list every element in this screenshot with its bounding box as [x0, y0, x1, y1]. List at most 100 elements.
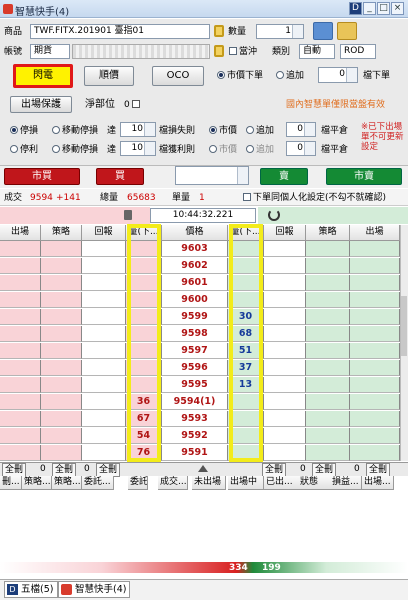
auto-set-checkbox[interactable]: 下單同個人化設定(不勾不就確認): [243, 192, 386, 204]
cell-report-right[interactable]: [264, 360, 306, 376]
order-col-11[interactable]: 出場...: [362, 476, 394, 490]
cell-report-left[interactable]: [82, 394, 126, 410]
cell-report-left[interactable]: [82, 445, 126, 461]
cell-report-left[interactable]: [82, 377, 126, 393]
ladder-scroll-thumb[interactable]: [401, 296, 407, 356]
cell-exit-left[interactable]: [0, 258, 41, 274]
cell-price[interactable]: 9593: [162, 411, 228, 427]
dock-icon[interactable]: D: [349, 2, 362, 15]
cell-exit-left[interactable]: [0, 394, 41, 410]
cell-strategy-right[interactable]: [306, 343, 350, 359]
cell-exit-right[interactable]: [350, 445, 400, 461]
cell-report-right[interactable]: [264, 241, 306, 257]
stop-profit-radio[interactable]: 停利: [10, 144, 38, 156]
order-col-8[interactable]: 已出...: [264, 476, 300, 490]
cell-strategy-right[interactable]: [306, 411, 350, 427]
cell-exit-right[interactable]: [350, 343, 400, 359]
trail-profit-radio[interactable]: 移動停損: [52, 144, 98, 156]
cell-price[interactable]: 9597: [162, 343, 228, 359]
maximize-button[interactable]: □: [377, 2, 390, 15]
account-number-masked[interactable]: [72, 44, 210, 59]
rod-select[interactable]: ROD: [340, 44, 376, 59]
cell-strategy-left[interactable]: [41, 377, 82, 393]
cell-price[interactable]: 9602: [162, 258, 228, 274]
cell-exit-right[interactable]: [350, 428, 400, 444]
cell-report-left[interactable]: [82, 411, 126, 427]
cell-strategy-left[interactable]: [41, 445, 82, 461]
cell-strategy-left[interactable]: [41, 326, 82, 342]
delete-all-button[interactable]: 全刪: [262, 463, 287, 477]
header-strategy-right[interactable]: 策略: [306, 225, 350, 241]
close-button[interactable]: ×: [391, 2, 404, 15]
loss-exit-ticks-input[interactable]: 0: [286, 122, 316, 137]
cell-report-left[interactable]: [82, 292, 126, 308]
loss-add-radio[interactable]: 追加: [246, 125, 274, 137]
cell-exit-left[interactable]: [0, 326, 41, 342]
cell-strategy-right[interactable]: [306, 377, 350, 393]
cell-strategy-left[interactable]: [41, 292, 82, 308]
product-select[interactable]: TWF.FITX.201901 臺指01: [30, 24, 210, 39]
cell-strategy-right[interactable]: [306, 275, 350, 291]
cell-report-right[interactable]: [264, 428, 306, 444]
delete-all-button[interactable]: 全刪: [52, 463, 77, 477]
flash-button[interactable]: 閃電: [13, 64, 73, 88]
cell-exit-left[interactable]: [0, 292, 41, 308]
cell-exit-right[interactable]: [350, 275, 400, 291]
cell-strategy-right[interactable]: [306, 292, 350, 308]
cell-strategy-right[interactable]: [306, 394, 350, 410]
cell-strategy-left[interactable]: [41, 275, 82, 291]
cell-price[interactable]: 9600: [162, 292, 228, 308]
order-col-6[interactable]: 未出場: [192, 476, 226, 490]
cell-report-right[interactable]: [264, 326, 306, 342]
cell-exit-right[interactable]: [350, 241, 400, 257]
cell-price[interactable]: 9596: [162, 360, 228, 376]
cell-strategy-left[interactable]: [41, 343, 82, 359]
cell-exit-right[interactable]: [350, 394, 400, 410]
cell-report-left[interactable]: [82, 326, 126, 342]
cell-report-right[interactable]: [264, 377, 306, 393]
order-col-5[interactable]: 成交...: [158, 476, 188, 490]
cell-strategy-left[interactable]: [41, 309, 82, 325]
cell-exit-right[interactable]: [350, 292, 400, 308]
wrench-icon[interactable]: [313, 22, 333, 40]
price-input[interactable]: [175, 166, 249, 185]
order-col-9[interactable]: 狀態: [298, 476, 332, 490]
lock-icon[interactable]: [214, 25, 224, 37]
tab-smart-trade[interactable]: 智慧快手(4): [58, 581, 130, 598]
cell-strategy-left[interactable]: [41, 394, 82, 410]
profit-exit-ticks-input[interactable]: 0: [286, 141, 316, 156]
cell-strategy-right[interactable]: [306, 428, 350, 444]
cell-report-right[interactable]: [264, 275, 306, 291]
cell-exit-left[interactable]: [0, 343, 41, 359]
order-col-7[interactable]: 出場中: [228, 476, 264, 490]
delete-all-button[interactable]: 全刪: [96, 463, 121, 477]
order-col-1[interactable]: 策略...: [22, 476, 52, 490]
cell-strategy-right[interactable]: [306, 326, 350, 342]
cell-price[interactable]: 9594(1): [162, 394, 228, 410]
collapse-arrow-icon[interactable]: [198, 465, 208, 472]
cell-price[interactable]: 9598: [162, 326, 228, 342]
minimize-button[interactable]: _: [363, 2, 376, 15]
cell-exit-left[interactable]: [0, 360, 41, 376]
cell-price[interactable]: 9595: [162, 377, 228, 393]
cell-report-right[interactable]: [264, 411, 306, 427]
order-col-2[interactable]: 策略...: [52, 476, 82, 490]
stop-loss-ticks-input[interactable]: 10: [120, 122, 156, 137]
market-sell-button[interactable]: 市賣: [326, 168, 402, 185]
cell-exit-right[interactable]: [350, 258, 400, 274]
header-exit-left[interactable]: 出場: [0, 225, 41, 241]
cell-report-right[interactable]: [264, 292, 306, 308]
oco-button[interactable]: OCO: [152, 66, 204, 86]
cell-exit-left[interactable]: [0, 411, 41, 427]
cell-exit-left[interactable]: [0, 428, 41, 444]
delete-all-button[interactable]: 全刪: [366, 463, 391, 477]
cell-strategy-right[interactable]: [306, 445, 350, 461]
cell-price[interactable]: 9599: [162, 309, 228, 325]
cell-price[interactable]: 9603: [162, 241, 228, 257]
tick-input[interactable]: 0: [318, 67, 358, 83]
day-trade-checkbox[interactable]: 當沖: [229, 46, 257, 58]
header-report-left[interactable]: 回報: [82, 225, 126, 241]
cell-strategy-right[interactable]: [306, 241, 350, 257]
header-report-right[interactable]: 回報: [264, 225, 306, 241]
cell-exit-left[interactable]: [0, 377, 41, 393]
